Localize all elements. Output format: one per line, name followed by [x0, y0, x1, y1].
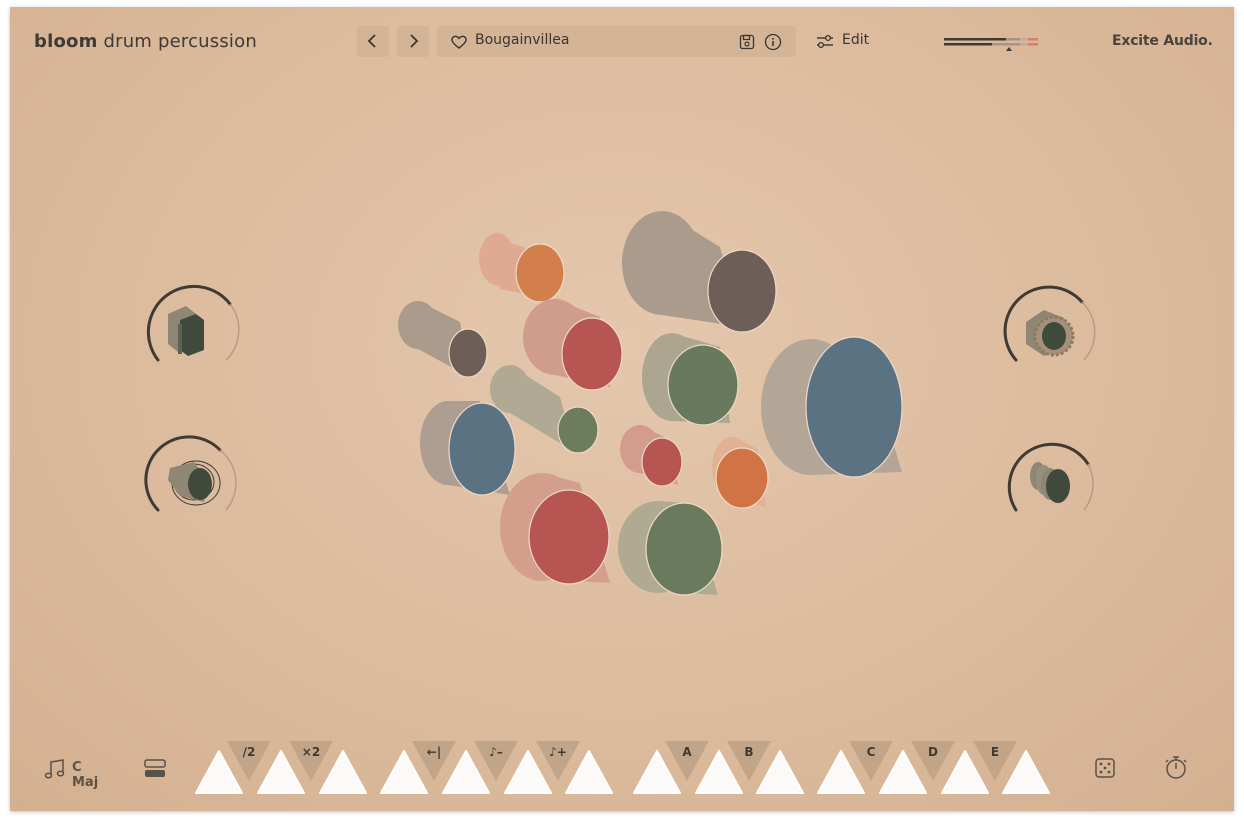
pad-10[interactable] — [755, 749, 805, 795]
pad-12[interactable] — [878, 749, 928, 795]
knob-top-right[interactable] — [992, 274, 1104, 386]
bloom-window: bloom drum percussion Bougainvillea Edit… — [10, 7, 1234, 811]
edit-button[interactable]: Edit — [816, 31, 886, 53]
chevron-right-icon — [410, 34, 419, 48]
drum-stage — [398, 211, 903, 596]
cube-distortion-icon — [168, 306, 204, 356]
pad-1[interactable] — [194, 749, 244, 795]
knob-bottom-left[interactable] — [134, 424, 246, 536]
prev-preset-button[interactable] — [357, 26, 389, 57]
stopwatch-icon[interactable] — [1164, 755, 1188, 781]
scale-label: C Maj — [72, 760, 99, 790]
drum-blue-left[interactable] — [420, 401, 516, 496]
app-title: bloom drum percussion — [34, 31, 257, 52]
pad-4[interactable] — [379, 749, 429, 795]
pad-3[interactable] — [318, 749, 368, 795]
drum-brown-large[interactable] — [622, 211, 777, 333]
drum-red-mid[interactable] — [523, 299, 623, 391]
pad-7[interactable] — [564, 749, 614, 795]
heart-icon[interactable] — [450, 34, 468, 50]
dice-icon[interactable] — [1094, 757, 1116, 779]
drum-taupe-left[interactable] — [398, 301, 488, 378]
knob-top-left[interactable] — [134, 274, 246, 386]
brand-rest: drum percussion — [103, 31, 257, 52]
preset-name: Bougainvillea — [475, 32, 570, 48]
ripple-cylinder-icon — [168, 460, 221, 506]
pad-9[interactable] — [694, 749, 744, 795]
pad-14[interactable] — [1001, 749, 1051, 795]
gear-cylinder-icon — [1026, 310, 1075, 357]
pad-8[interactable] — [632, 749, 682, 795]
chevron-left-icon — [367, 34, 376, 48]
pad-6[interactable] — [503, 749, 553, 795]
sliders-icon — [817, 34, 833, 49]
pad-5[interactable] — [441, 749, 491, 795]
knob-bottom-right[interactable] — [992, 424, 1104, 536]
drum-orange-right[interactable] — [712, 437, 769, 509]
preset-selector[interactable]: Bougainvillea — [437, 26, 796, 57]
drum-blue-large[interactable] — [761, 336, 903, 478]
next-preset-button[interactable] — [397, 26, 429, 57]
drum-red-small[interactable] — [620, 425, 683, 487]
drum-red-large[interactable] — [500, 473, 610, 585]
bottom-bar: C Maj /2 ×2 ←| ♪– ♪+ A B C D E — [10, 727, 1234, 811]
info-icon[interactable] — [764, 33, 782, 51]
drum-green-large[interactable] — [618, 501, 723, 596]
drum-green-mid[interactable] — [642, 333, 739, 426]
music-note-icon — [44, 759, 65, 779]
echo-cylinder-icon — [1030, 462, 1070, 503]
layout-rows-icon[interactable] — [144, 758, 166, 780]
pad-13[interactable] — [940, 749, 990, 795]
pad-11[interactable] — [816, 749, 866, 795]
excite-audio-logo: Excite Audio. — [1112, 33, 1213, 49]
edit-label: Edit — [842, 32, 870, 48]
pad-2[interactable] — [256, 749, 306, 795]
drum-orange-small[interactable] — [479, 233, 565, 303]
brand-bold: bloom — [34, 31, 98, 52]
save-icon[interactable] — [739, 34, 755, 50]
output-level-meter[interactable] — [942, 36, 1042, 56]
